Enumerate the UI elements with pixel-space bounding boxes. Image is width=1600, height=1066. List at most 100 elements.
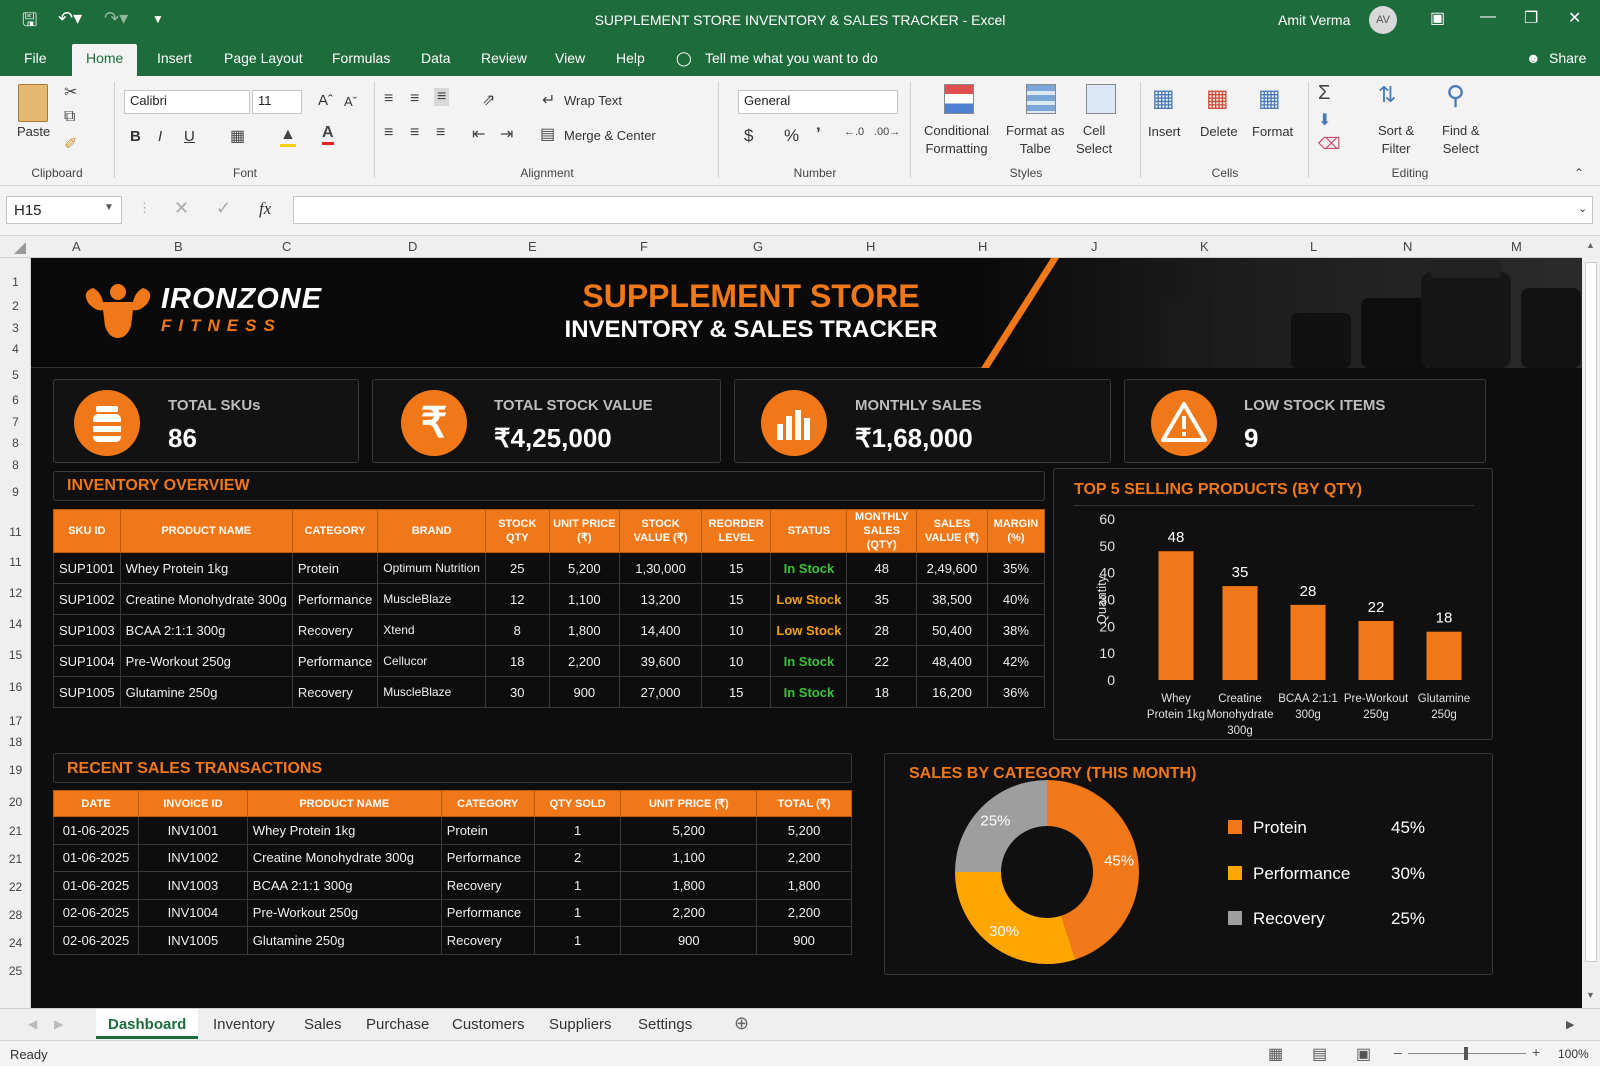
inventory-cell[interactable]: In Stock	[770, 676, 848, 708]
transaction-cell[interactable]: 2,200	[620, 898, 758, 927]
align-top-icon[interactable]: ≡	[384, 90, 393, 108]
tab-help[interactable]: Help	[616, 50, 645, 66]
inventory-cell[interactable]: 10	[700, 614, 772, 646]
inventory-cell[interactable]: 30	[484, 676, 550, 708]
sheet-tab-settings[interactable]: Settings	[638, 1016, 692, 1033]
inventory-cell[interactable]: 48,400	[916, 645, 988, 677]
row-header[interactable]: 8	[0, 436, 31, 450]
transaction-cell[interactable]: Recovery	[440, 871, 535, 900]
transaction-cell[interactable]: 02-06-2025	[53, 926, 139, 955]
column-header[interactable]: F	[640, 239, 648, 254]
transaction-row[interactable]: 02-06-2025 INV1004 Pre-Workout 250g Perform…	[53, 898, 852, 927]
inventory-cell[interactable]: In Stock	[770, 552, 848, 584]
row-header[interactable]: 1	[0, 275, 31, 289]
column-header[interactable]: H	[978, 239, 987, 254]
transaction-cell[interactable]: 01-06-2025	[53, 816, 139, 845]
inventory-cell[interactable]: 2,200	[548, 645, 621, 677]
percent-button[interactable]: %	[784, 126, 799, 146]
transaction-cell[interactable]: 2,200	[756, 843, 852, 872]
transaction-cell[interactable]: INV1001	[137, 816, 248, 845]
row-header[interactable]: 11	[0, 525, 31, 539]
clear-icon[interactable]: ⌫	[1318, 134, 1341, 154]
column-header[interactable]: D	[408, 239, 417, 254]
column-header[interactable]: E	[528, 239, 537, 254]
tab-insert[interactable]: Insert	[157, 50, 192, 66]
cancel-icon[interactable]: ✕	[174, 198, 189, 219]
transaction-cell[interactable]: BCAA 2:1:1 300g	[246, 871, 442, 900]
transaction-cell[interactable]: 01-06-2025	[53, 843, 139, 872]
tab-data[interactable]: Data	[421, 50, 451, 66]
transaction-cell[interactable]: 1,800	[756, 871, 852, 900]
inventory-cell[interactable]: 22	[846, 645, 918, 677]
row-header[interactable]: 14	[0, 617, 31, 631]
row-header[interactable]: 22	[0, 880, 31, 894]
row-header[interactable]: 17	[0, 714, 31, 728]
zoom-level[interactable]: 100%	[1558, 1047, 1589, 1061]
insert-function-button[interactable]: fx	[259, 199, 271, 219]
transaction-cell[interactable]: Glutamine 250g	[246, 926, 442, 955]
avatar[interactable]: AV	[1369, 6, 1397, 34]
formula-input[interactable]	[293, 196, 1593, 224]
inventory-cell[interactable]: 10	[700, 645, 772, 677]
sheet-tab-inventory[interactable]: Inventory	[213, 1016, 275, 1033]
transaction-cell[interactable]: 02-06-2025	[53, 898, 139, 927]
autosum-icon[interactable]: Σ	[1318, 82, 1330, 105]
row-header[interactable]: 15	[0, 648, 31, 662]
select-all-corner[interactable]	[14, 242, 26, 254]
inventory-cell[interactable]: 16,200	[916, 676, 988, 708]
font-name-select[interactable]: Calibri	[124, 90, 250, 114]
sheet-tab-dashboard[interactable]: Dashboard	[96, 1009, 199, 1039]
italic-button[interactable]: I	[158, 128, 162, 145]
column-header[interactable]: G	[753, 239, 763, 254]
column-header[interactable]: A	[72, 239, 81, 254]
close-icon[interactable]: ✕	[1568, 8, 1581, 28]
inventory-cell[interactable]: 5,200	[548, 552, 621, 584]
collapse-ribbon-icon[interactable]: ⌃	[1574, 166, 1584, 180]
row-header[interactable]: 21	[0, 852, 31, 866]
column-header[interactable]: K	[1200, 239, 1209, 254]
normal-view-icon[interactable]: ▦	[1268, 1044, 1283, 1064]
align-left-icon[interactable]: ≡	[384, 124, 393, 142]
transaction-row[interactable]: 01-06-2025 INV1001 Whey Protein 1kg Protein…	[53, 816, 852, 845]
fill-icon[interactable]: ⬇	[1318, 110, 1331, 130]
sheet-tab-sales[interactable]: Sales	[304, 1016, 342, 1033]
inventory-cell[interactable]: 36%	[986, 676, 1046, 708]
transaction-cell[interactable]: Recovery	[440, 926, 535, 955]
row-header[interactable]: 18	[0, 735, 31, 749]
inventory-cell[interactable]: 35%	[986, 552, 1046, 584]
transaction-cell[interactable]: Protein	[440, 816, 535, 845]
number-format-select[interactable]: General	[738, 90, 898, 114]
transaction-cell[interactable]: 900	[620, 926, 758, 955]
inventory-cell[interactable]: 15	[700, 552, 772, 584]
row-header[interactable]: 28	[0, 908, 31, 922]
next-sheet-icon[interactable]: ▶	[54, 1017, 63, 1031]
row-header[interactable]: 24	[0, 936, 31, 950]
row-header[interactable]: 2	[0, 299, 31, 313]
font-color-icon[interactable]: A	[322, 124, 334, 145]
row-header[interactable]: 25	[0, 964, 31, 978]
inventory-cell[interactable]: Performance	[291, 583, 379, 615]
sort-filter-button[interactable]: Sort & Filter	[1378, 122, 1414, 158]
inventory-cell[interactable]: BCAA 2:1:1 300g	[119, 614, 293, 646]
format-painter-icon[interactable]: ✐	[64, 134, 77, 154]
row-header[interactable]: 21	[0, 824, 31, 838]
sheet-tab-purchase[interactable]: Purchase	[366, 1016, 429, 1033]
inventory-cell[interactable]: 42%	[986, 645, 1046, 677]
sheet-tab-customers[interactable]: Customers	[452, 1016, 525, 1033]
inventory-cell[interactable]: 12	[484, 583, 550, 615]
inventory-cell[interactable]: MuscleBlaze	[377, 676, 486, 708]
row-header[interactable]: 4	[0, 342, 31, 356]
name-box-dropdown-icon[interactable]: ▼	[104, 202, 114, 213]
zoom-slider-thumb[interactable]	[1464, 1047, 1468, 1060]
tab-file[interactable]: File	[24, 50, 47, 66]
paste-button[interactable]: Paste	[17, 124, 50, 139]
row-header[interactable]: 16	[0, 680, 31, 694]
merge-center-button[interactable]: Merge & Center	[564, 128, 656, 143]
transaction-cell[interactable]: 01-06-2025	[53, 871, 139, 900]
zoom-out-button[interactable]: –	[1394, 1044, 1402, 1060]
inventory-cell[interactable]: 38,500	[916, 583, 988, 615]
ribbon-display-icon[interactable]: ▣	[1430, 8, 1445, 28]
cell-styles-icon[interactable]	[1086, 84, 1116, 114]
row-header[interactable]: 19	[0, 763, 31, 777]
inventory-cell[interactable]: 8	[484, 614, 550, 646]
